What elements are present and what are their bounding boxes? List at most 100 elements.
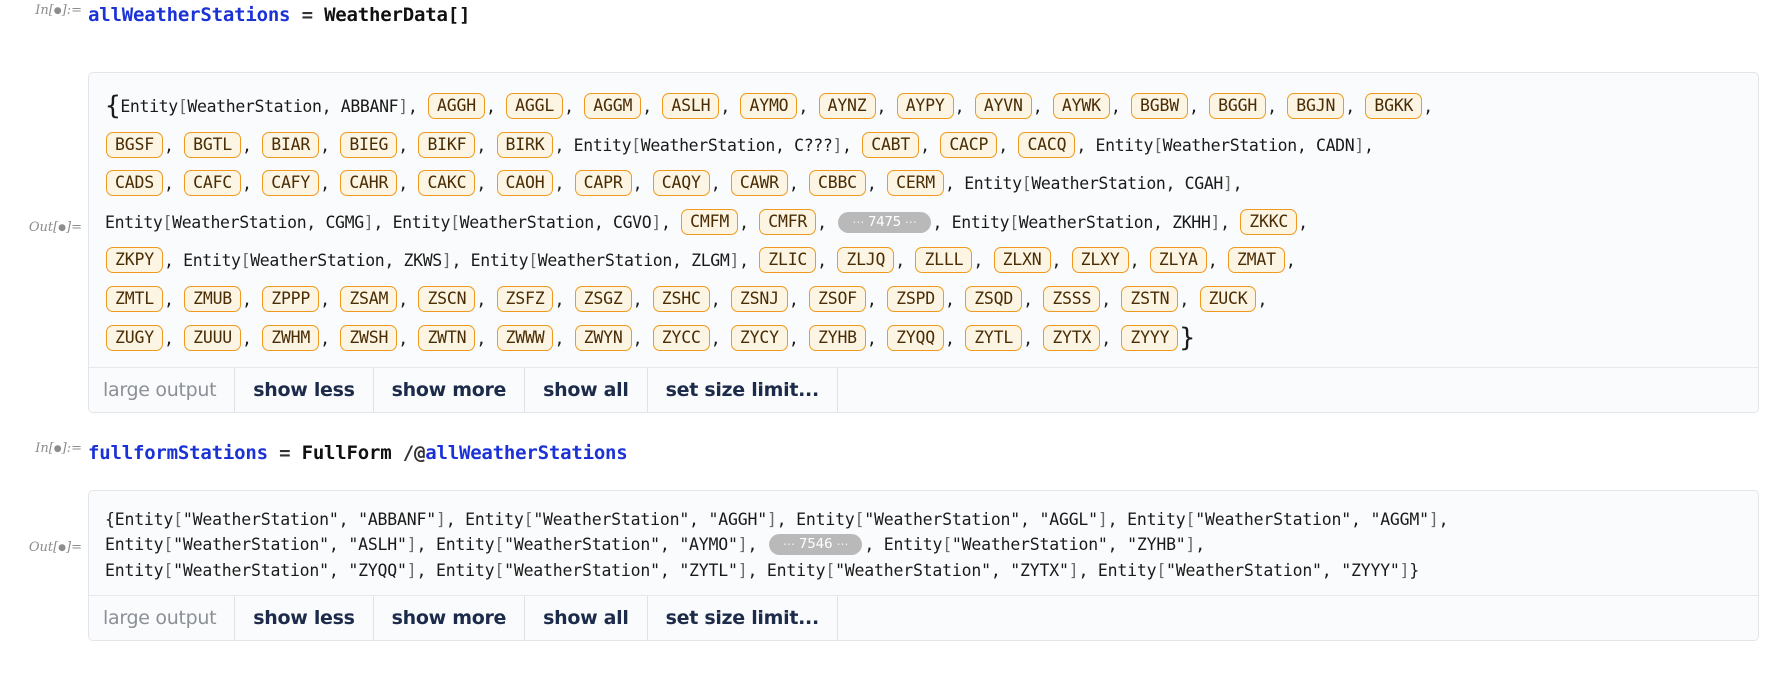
entity-pill[interactable]: ZSNJ [730,285,788,312]
show-less-button[interactable]: show less [235,596,374,640]
entity-pill[interactable]: CBBC [808,170,866,196]
entity-pill[interactable]: ZLXY [1071,247,1129,273]
entity-pill[interactable]: CADS [106,170,163,196]
output-label-2-bullet: ● [58,542,67,553]
set-size-limit-button[interactable]: set size limit... [648,596,838,640]
entity-pill[interactable]: ZYYY [1121,325,1179,351]
entity-pill[interactable]: CAKC [418,170,476,196]
entity-pill[interactable]: ZYCC [652,325,710,351]
elision-skip-pill[interactable]: ⋯ 7546 ⋯ [768,534,863,555]
entity-pill[interactable]: ZKKC [1240,208,1298,235]
input-code-2[interactable]: fullformStations = FullForm /@allWeather… [88,441,1781,464]
entity-pill[interactable]: CACP [940,131,998,158]
entity-pill[interactable]: ZLLL [915,247,973,273]
entity-pill[interactable]: BGGH [1209,93,1267,119]
entity-pill[interactable]: ZWHM [262,325,320,351]
entity-pill[interactable]: CACQ [1018,131,1076,158]
entity-pill[interactable]: ZSQD [965,285,1023,312]
entity-pill[interactable]: ZLJQ [837,247,895,273]
entity-pill[interactable]: CMFR [759,208,817,235]
entity-pill[interactable]: CAOH [496,170,554,196]
entity-pill[interactable]: ZSGZ [574,285,632,312]
entity-fullform-text: Entity[WeatherStation, CGMG] [105,212,374,232]
entity-pill[interactable]: ZUCK [1199,285,1257,312]
entity-pill[interactable]: ZMUB [184,285,242,312]
entity-pill[interactable]: BGKK [1365,93,1423,119]
entity-pill[interactable]: BIKF [418,131,476,158]
comma-separator: , [998,135,1018,155]
elision-skip-pill[interactable]: ⋯ 7475 ⋯ [838,211,931,233]
entity-pill[interactable]: ZWTN [418,325,476,351]
input-cell-2[interactable]: In[●]:= fullformStations = FullForm /@al… [0,439,1781,464]
entity-pill[interactable]: ZLYA [1149,247,1207,273]
entity-pill[interactable]: BGBW [1131,93,1188,119]
entity-pill[interactable]: ZSOF [808,285,866,312]
entity-pill[interactable]: ZYHB [808,325,866,351]
entity-pill[interactable]: ZLXN [993,247,1051,273]
entity-pill[interactable]: CAFC [184,170,242,196]
input-code-1[interactable]: allWeatherStations = WeatherData[] [88,3,1781,26]
comma-separator: , [242,289,262,309]
entity-pill[interactable]: AYVN [974,93,1032,119]
output1-line: ZUGY, ZUUU, ZWHM, ZWSH, ZWTN, ZWWW, ZWYN… [105,319,1742,359]
entity-pill[interactable]: ZPPP [262,285,320,312]
entity-pill[interactable]: ZSFZ [496,285,554,312]
entity-pill[interactable]: ZYQQ [887,325,945,351]
entity-pill[interactable]: ZYCY [730,325,788,351]
comma-separator: , [632,174,652,193]
entity-pill[interactable]: ZYTL [965,325,1023,351]
entity-pill[interactable]: BIAR [262,131,320,158]
entity-pill[interactable]: AYPY [896,93,954,119]
entity-pill[interactable]: ZSSS [1043,285,1101,312]
entity-pill[interactable]: BGTL [184,131,242,158]
entity-pill[interactable]: ZUUU [184,325,242,351]
entity-pill[interactable]: ZMTL [106,285,163,312]
entity-pill[interactable]: BGJN [1287,93,1345,119]
entity-pill[interactable]: BIEG [340,131,398,158]
entity-pill[interactable]: ZYTX [1043,325,1101,351]
set-size-limit-button[interactable]: set size limit... [648,367,838,412]
entity-pill[interactable]: ASLH [662,93,720,119]
entity-pill[interactable]: ZWSH [340,325,398,351]
input-cell-1[interactable]: In[●]:= allWeatherStations = WeatherData… [0,0,1781,26]
entity-pill[interactable]: CMFM [681,208,739,235]
show-more-button[interactable]: show more [374,367,526,412]
entity-pill[interactable]: CAQY [652,170,710,196]
entity-pill[interactable]: ZSPD [887,285,945,312]
entity-pill[interactable]: AYNZ [818,93,876,119]
entity-pill[interactable]: ZMAT [1227,247,1285,273]
entity-pill[interactable]: AGGL [506,93,564,119]
entity-pill[interactable]: AYWK [1052,93,1110,119]
entity-pill[interactable]: ZKPY [106,247,163,273]
entity-pill[interactable]: ZSAM [340,285,398,312]
entity-pill[interactable]: ZSTN [1121,285,1179,312]
output-cell-2: Out[●]= {Entity["WeatherStation", "ABBAN… [0,489,1781,641]
entity-pill[interactable]: AGGH [428,93,485,119]
entity-pill[interactable]: AYMO [740,93,798,119]
output2-line: {Entity["WeatherStation", "ABBANF"], Ent… [105,507,1742,533]
large-output-control-bar-1[interactable]: large output show less show more show all se… [89,366,1758,412]
entity-pill[interactable]: CABT [862,131,920,158]
show-less-button[interactable]: show less [235,367,374,412]
entity-pill[interactable]: CAHR [340,170,398,196]
entity-pill[interactable]: ZSHC [652,285,710,312]
entity-pill[interactable]: CAPR [574,170,632,196]
entity-pill[interactable]: ZWYN [574,325,632,351]
entity-pill[interactable]: AGGM [584,93,642,119]
entity-pill[interactable]: ZLIC [759,247,817,273]
show-all-button[interactable]: show all [525,596,648,640]
entity-pill[interactable]: CAWR [730,170,788,196]
large-output-control-bar-2[interactable]: large output show less show more show all se… [89,595,1758,640]
entity-pill[interactable]: BGSF [106,131,163,158]
comma-separator: , [864,535,875,554]
comma-separator: , [710,289,730,309]
entity-pill[interactable]: CERM [887,170,945,196]
entity-pill[interactable]: BIRK [496,131,554,158]
show-more-button[interactable]: show more [374,596,526,640]
entity-pill[interactable]: ZWWW [496,325,554,351]
entity-pill[interactable]: ZUGY [106,325,163,351]
entity-pill[interactable]: ZSCN [418,285,476,312]
show-all-button[interactable]: show all [525,367,648,412]
entity-pill[interactable]: CAFY [262,170,320,196]
